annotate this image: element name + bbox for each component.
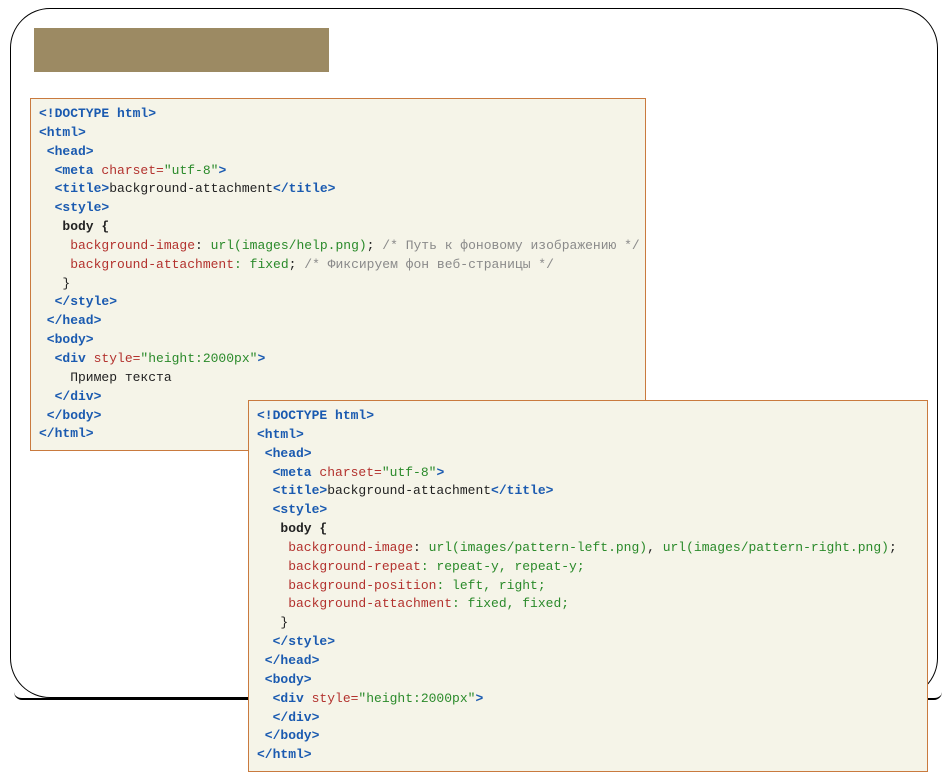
code-val: "height:2000px" xyxy=(358,691,475,706)
code-line: </head> xyxy=(257,653,319,668)
code-line: <style> xyxy=(257,502,327,517)
code-val: : left, right; xyxy=(436,578,545,593)
code-block-1: <!DOCTYPE html> <html> <head> <meta char… xyxy=(30,98,646,451)
code-line: </style> xyxy=(39,294,117,309)
code-line: <!DOCTYPE html> xyxy=(39,106,156,121)
code-prop: background-position xyxy=(257,578,436,593)
code-line: </body> xyxy=(257,728,319,743)
code-semi: ; xyxy=(889,540,897,555)
code-val: url(images/pattern-right.png) xyxy=(663,540,889,555)
code-tag: <title> xyxy=(39,181,109,196)
code-attr: charset= xyxy=(101,163,163,178)
code-attr: style= xyxy=(94,351,141,366)
code-tag: <div xyxy=(257,691,312,706)
code-text: background-attachment xyxy=(109,181,273,196)
code-colon: : xyxy=(413,540,429,555)
code-val: "utf-8" xyxy=(164,163,219,178)
code-line: </style> xyxy=(257,634,335,649)
code-tag: > xyxy=(436,465,444,480)
code-tag: <title> xyxy=(257,483,327,498)
code-attr: style= xyxy=(312,691,359,706)
code-tag: > xyxy=(475,691,483,706)
code-line: </html> xyxy=(257,747,312,762)
code-line: </head> xyxy=(39,313,101,328)
code-val: url(images/help.png) xyxy=(211,238,367,253)
code-line: } xyxy=(257,615,288,630)
code-tag: <meta xyxy=(257,465,319,480)
code-prop: background-image xyxy=(39,238,195,253)
code-line: <head> xyxy=(39,144,94,159)
code-line: </div> xyxy=(257,710,319,725)
code-val: : fixed xyxy=(234,257,289,272)
code-prop: background-attachment xyxy=(39,257,234,272)
code-val: : repeat-y, repeat-y; xyxy=(421,559,585,574)
code-line: </div> xyxy=(39,389,101,404)
code-line: <head> xyxy=(257,446,312,461)
code-tag: </title> xyxy=(273,181,335,196)
code-prop: background-repeat xyxy=(257,559,421,574)
code-line: <html> xyxy=(39,125,86,140)
code-prop: background-image xyxy=(257,540,413,555)
code-line: } xyxy=(39,276,70,291)
code-line: </html> xyxy=(39,426,94,441)
code-tag: </title> xyxy=(491,483,553,498)
code-line: </body> xyxy=(39,408,101,423)
code-attr: charset= xyxy=(319,465,381,480)
code-val: : fixed, fixed; xyxy=(452,596,569,611)
code-line: <body> xyxy=(257,672,312,687)
code-tag: > xyxy=(257,351,265,366)
code-line: <html> xyxy=(257,427,304,442)
code-line: body { xyxy=(257,521,327,536)
title-placeholder xyxy=(34,28,329,72)
code-line: body { xyxy=(39,219,109,234)
code-line: <!DOCTYPE html> xyxy=(257,408,374,423)
code-comment: /* Фиксируем фон веб-страницы */ xyxy=(296,257,553,272)
code-tag: > xyxy=(218,163,226,178)
code-text: Пример текста xyxy=(39,370,172,385)
code-line: <body> xyxy=(39,332,94,347)
code-block-2: <!DOCTYPE html> <html> <head> <meta char… xyxy=(248,400,928,772)
code-val: "height:2000px" xyxy=(140,351,257,366)
code-sep: , xyxy=(647,540,663,555)
code-val: url(images/pattern-left.png) xyxy=(429,540,647,555)
code-line: <style> xyxy=(39,200,109,215)
code-comment: /* Путь к фоновому изображению */ xyxy=(374,238,639,253)
code-text: background-attachment xyxy=(327,483,491,498)
code-val: "utf-8" xyxy=(382,465,437,480)
code-colon: : xyxy=(195,238,211,253)
code-prop: background-attachment xyxy=(257,596,452,611)
code-tag: <div xyxy=(39,351,94,366)
code-tag: <meta xyxy=(39,163,101,178)
